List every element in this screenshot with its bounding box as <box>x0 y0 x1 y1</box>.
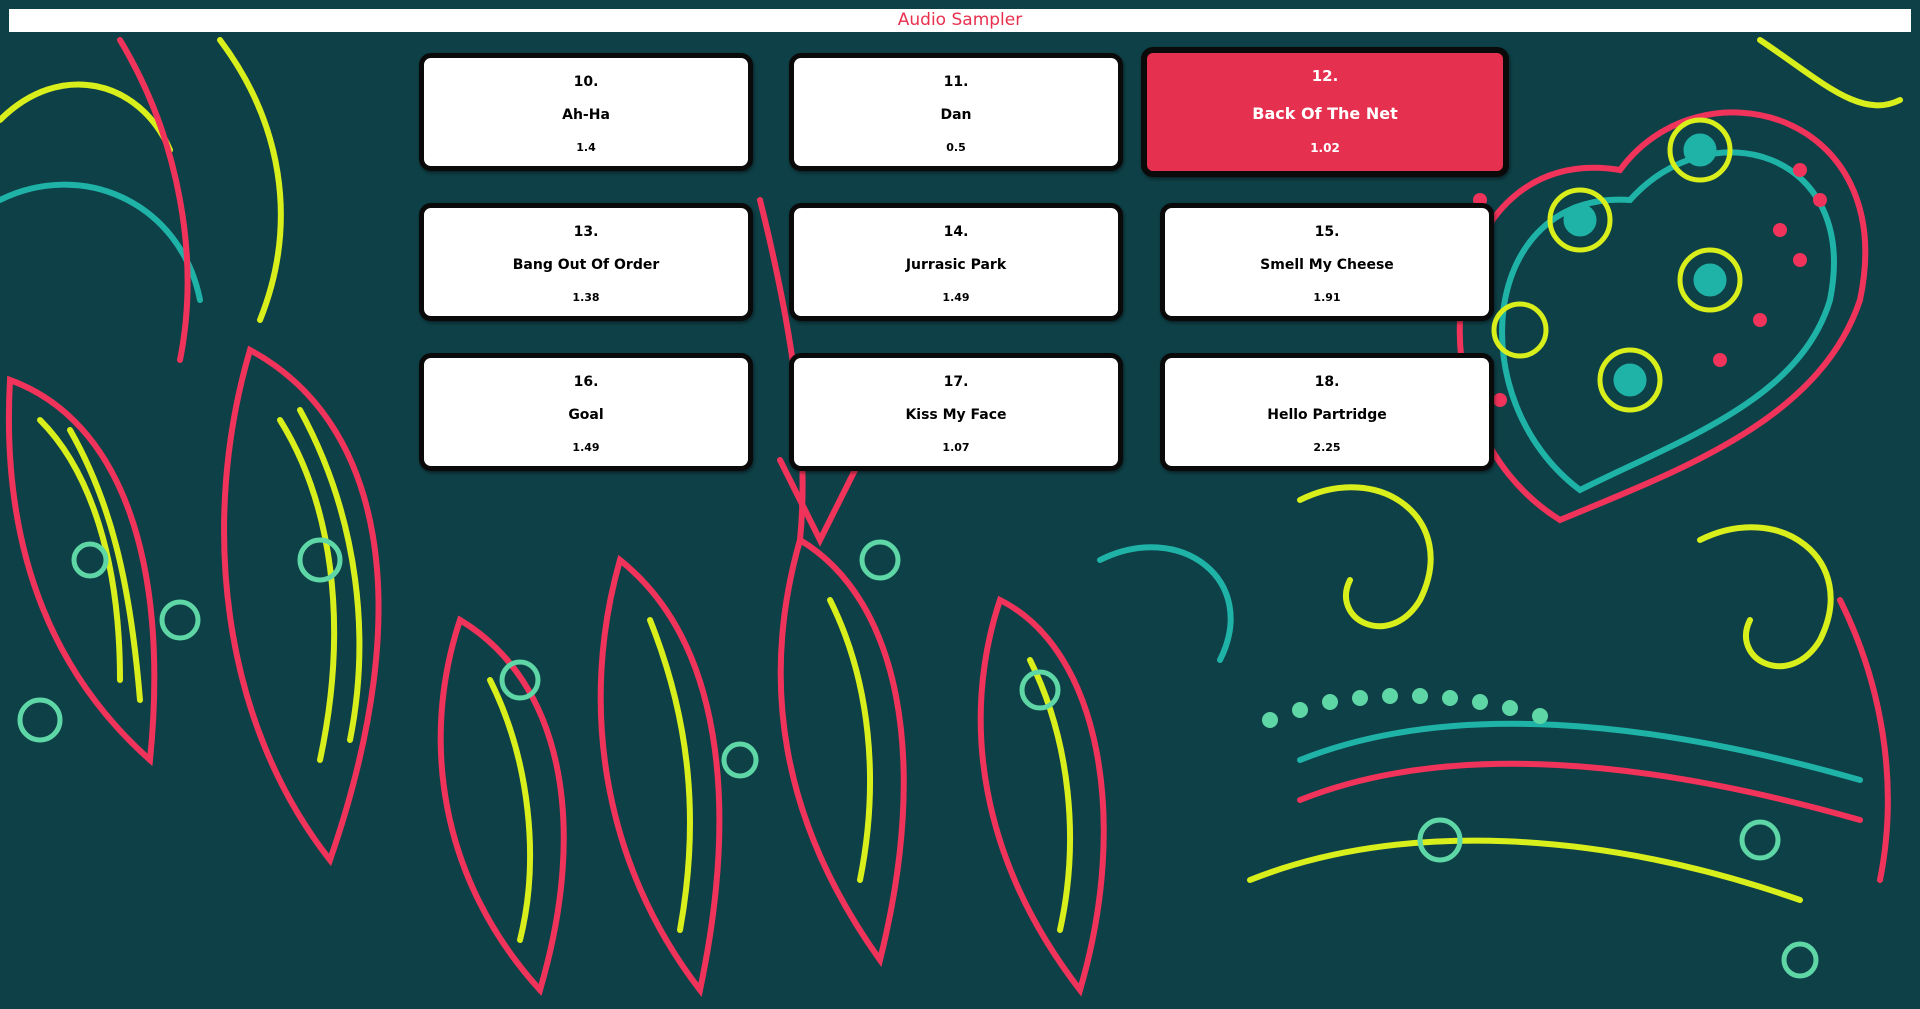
sample-number: 18. <box>1314 374 1340 390</box>
sample-duration: 1.49 <box>572 441 600 454</box>
sample-duration: 1.07 <box>942 441 970 454</box>
sample-tile-17[interactable]: 17. Kiss My Face 1.07 <box>789 353 1123 471</box>
sample-duration: 1.49 <box>942 291 970 304</box>
sample-number: 10. <box>573 74 599 90</box>
sample-duration: 2.25 <box>1313 441 1341 454</box>
sample-number: 14. <box>943 224 969 240</box>
sample-duration: 1.38 <box>572 291 600 304</box>
sample-duration: 1.02 <box>1310 141 1340 155</box>
sample-number: 13. <box>573 224 599 240</box>
sample-name: Bang Out Of Order <box>512 257 660 273</box>
sample-name: Kiss My Face <box>905 407 1007 423</box>
sample-grid: 10. Ah-Ha 1.4 11. Dan 0.5 12. Back Of Th… <box>0 0 1920 1009</box>
sample-tile-18[interactable]: 18. Hello Partridge 2.25 <box>1160 353 1494 471</box>
sample-number: 15. <box>1314 224 1340 240</box>
sample-number: 16. <box>573 374 599 390</box>
sample-tile-10[interactable]: 10. Ah-Ha 1.4 <box>419 53 753 171</box>
sample-name: Back Of The Net <box>1252 104 1398 123</box>
sample-name: Dan <box>940 107 972 123</box>
sample-tile-11[interactable]: 11. Dan 0.5 <box>789 53 1123 171</box>
sample-name: Jurrasic Park <box>905 257 1007 273</box>
sample-number: 11. <box>943 74 969 90</box>
sample-tile-12-active[interactable]: 12. Back Of The Net 1.02 <box>1141 47 1509 177</box>
sample-tile-15[interactable]: 15. Smell My Cheese 1.91 <box>1160 203 1494 321</box>
sample-tile-13[interactable]: 13. Bang Out Of Order 1.38 <box>419 203 753 321</box>
sample-number: 12. <box>1311 67 1339 85</box>
sample-number: 17. <box>943 374 969 390</box>
sample-name: Smell My Cheese <box>1260 257 1394 273</box>
sample-name: Ah-Ha <box>562 107 610 123</box>
sample-duration: 1.4 <box>576 141 596 154</box>
sample-tile-14[interactable]: 14. Jurrasic Park 1.49 <box>789 203 1123 321</box>
sample-tile-16[interactable]: 16. Goal 1.49 <box>419 353 753 471</box>
sample-duration: 0.5 <box>946 141 966 154</box>
sample-name: Goal <box>568 407 604 423</box>
sample-duration: 1.91 <box>1313 291 1341 304</box>
sample-name: Hello Partridge <box>1267 407 1387 423</box>
